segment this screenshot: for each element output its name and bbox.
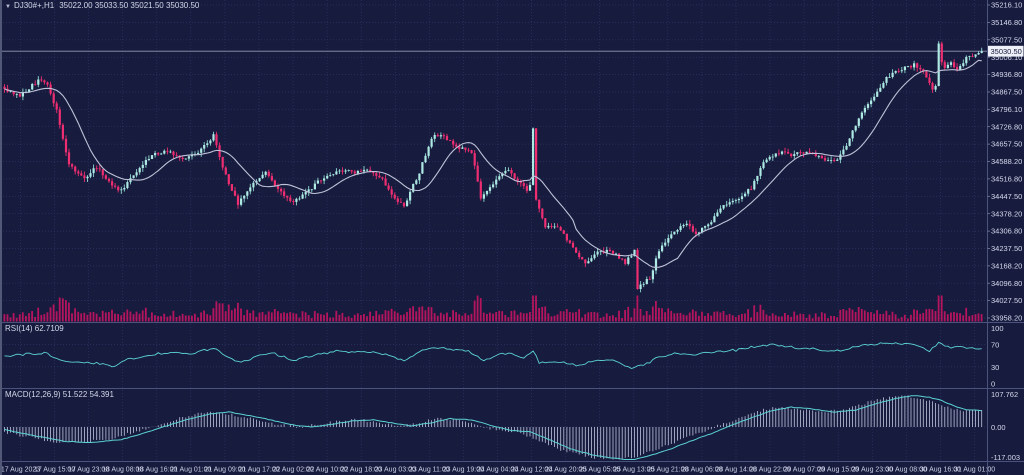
chart-dropdown-icon[interactable]: ▼ [5, 4, 11, 10]
price-axis-label: 35077.50 [991, 35, 1022, 44]
price-axis-label: 35146.80 [991, 18, 1022, 27]
chart-ohlc-values: 35022.00 35033.50 35021.50 35030.50 [59, 1, 199, 10]
macd-indicator-label: MACD(12,26,9) 51.522 54.391 [5, 390, 114, 399]
price-axis-label: 34796.10 [991, 105, 1022, 114]
price-axis-label: 34096.80 [991, 279, 1022, 288]
price-axis-label: 34306.80 [991, 227, 1022, 236]
chart-canvas[interactable]: 35216.1035146.8035077.5035006.1034936.80… [0, 0, 1024, 475]
macd-axis-label: 0.00 [991, 423, 1006, 432]
rsi-axis-label: 70 [991, 341, 999, 350]
price-axis-label: 35216.10 [991, 1, 1022, 10]
chart-title: ▼DJ30#+,H1 35022.00 35033.50 35021.50 350… [5, 1, 199, 10]
price-axis-label: 34657.50 [991, 140, 1022, 149]
time-axis[interactable]: 17 Aug 202317 Aug 15:0017 Aug 23:0018 Au… [1, 467, 995, 474]
rsi-axis-label: 30 [991, 363, 999, 372]
price-axis-label: 34726.80 [991, 122, 1022, 131]
grid-layer [0, 0, 987, 461]
rsi-axis[interactable]: 100 70 30 0 [991, 324, 1004, 389]
macd-axis-label: -117.003 [991, 453, 1020, 462]
volume-layer [4, 296, 983, 322]
chart-symbol-period: DJ30#+,H1 [14, 1, 54, 10]
price-axis-label: 34867.50 [991, 88, 1022, 97]
macd-axis[interactable]: 107.762 0.00 -117.003 [991, 390, 1020, 462]
rsi-axis-label: 0 [991, 380, 995, 389]
price-axis-label: 34027.50 [991, 296, 1022, 305]
macd-axis-label: 107.762 [991, 390, 1018, 399]
price-axis-label: 34936.80 [991, 70, 1022, 79]
rsi-indicator-label: RSI(14) 62.7109 [5, 324, 64, 333]
rsi-line [5, 342, 982, 368]
ma-line [5, 60, 982, 267]
price-axis-label: 34516.80 [991, 175, 1022, 184]
svg-text:35030.50: 35030.50 [991, 47, 1022, 56]
current-price-badge: 35030.50 [988, 46, 1024, 57]
price-axis-label: 34378.20 [991, 209, 1022, 218]
price-axis-label: 34447.50 [991, 192, 1022, 201]
price-axis-label: 33958.20 [991, 314, 1022, 323]
pane-separators [0, 0, 1024, 475]
price-axis-label: 34237.50 [991, 244, 1022, 253]
rsi-axis-label: 100 [991, 324, 1004, 333]
trading-chart-window: 35216.1035146.8035077.5035006.1034936.80… [0, 0, 1024, 475]
price-axis-label: 34168.20 [991, 262, 1022, 271]
macd-histogram-layer [5, 395, 982, 459]
time-axis-label: 31 Aug 01:00 [954, 467, 995, 474]
price-axis-label: 34588.20 [991, 157, 1022, 166]
